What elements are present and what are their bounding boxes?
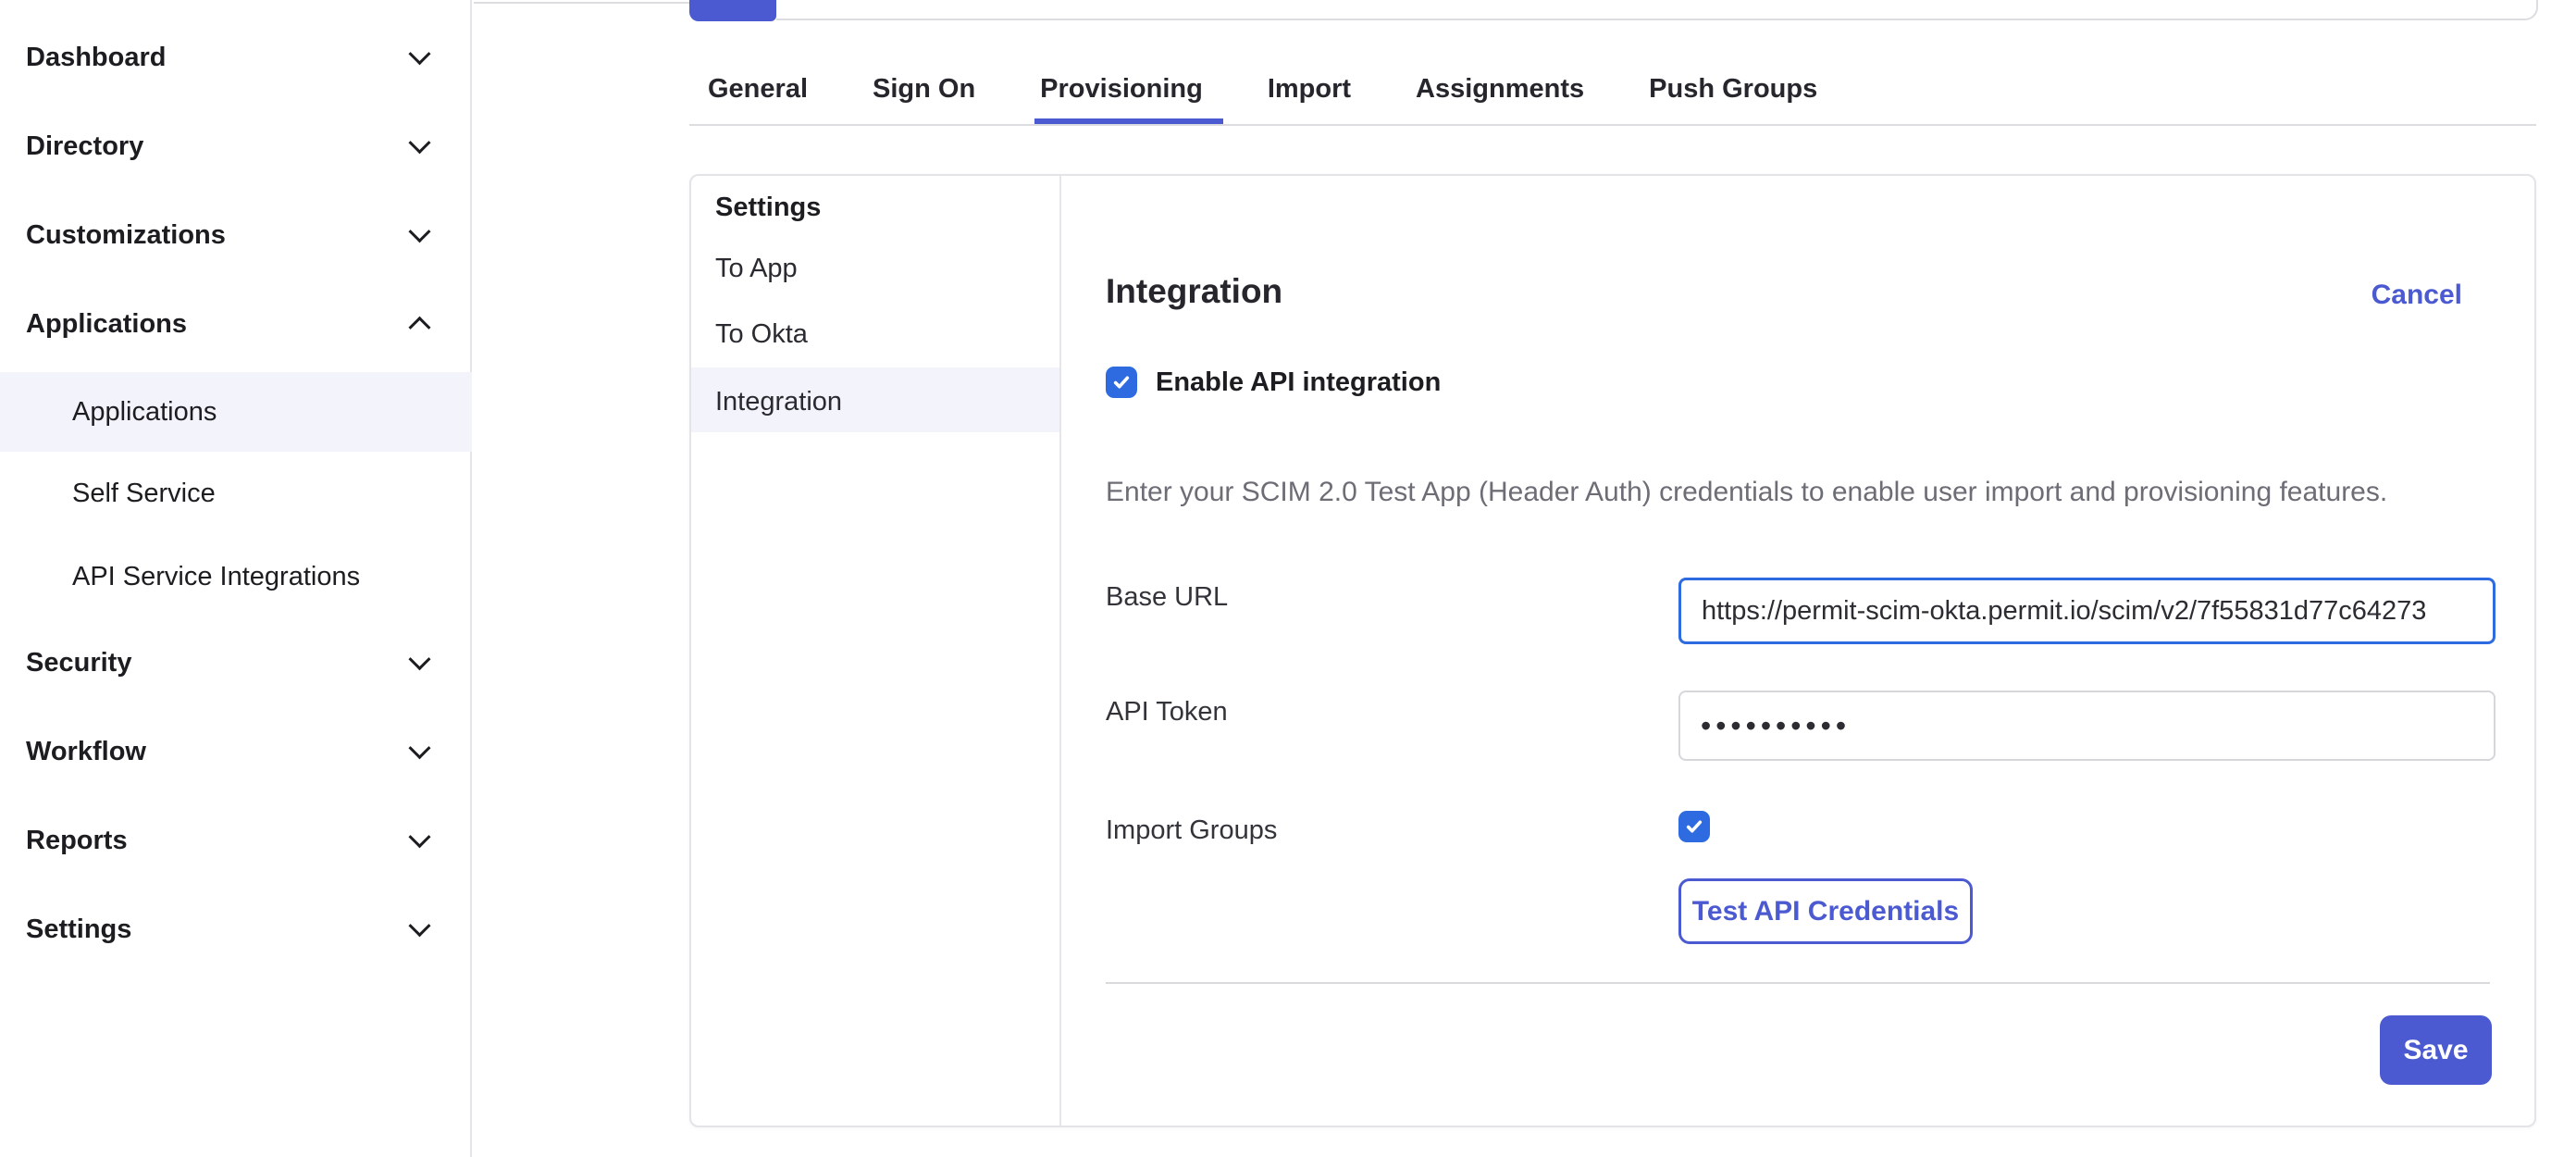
api-token-label: API Token [1106, 696, 1228, 728]
chevron-down-icon [408, 43, 430, 65]
content-divider [1106, 982, 2490, 984]
sidebar-subitem-applications[interactable]: Applications [0, 372, 472, 452]
tab-import[interactable]: Import [1268, 73, 1351, 105]
base-url-input[interactable] [1678, 578, 2496, 644]
panel-nav-header: Settings [715, 187, 821, 228]
credentials-description: Enter your SCIM 2.0 Test App (Header Aut… [1106, 477, 2576, 508]
sidebar-item-label: Directory [26, 131, 143, 162]
check-icon [1684, 816, 1704, 837]
tab-assignments[interactable]: Assignments [1416, 73, 1584, 105]
base-url-label: Base URL [1106, 581, 1228, 613]
panel-nav-item-integration[interactable]: Integration [691, 381, 1059, 422]
tab-general[interactable]: General [708, 73, 808, 105]
provisioning-card: Settings To App To Okta Integration Inte… [689, 174, 2536, 1127]
sidebar-subitem-label: Applications [72, 397, 217, 428]
enable-api-integration-row: Enable API integration [1106, 367, 1441, 398]
sidebar-item-workflow[interactable]: Workflow [0, 722, 472, 781]
top-tabbar-edge [776, 0, 2538, 20]
tabs-underline [689, 124, 2536, 126]
chevron-down-icon [408, 737, 430, 759]
sidebar-item-label: Workflow [26, 737, 146, 767]
tab-push-groups[interactable]: Push Groups [1649, 73, 1817, 105]
chevron-down-icon [408, 826, 430, 848]
sidebar: Dashboard Directory Customizations Appli… [0, 0, 472, 1157]
sidebar-subitem-label: Self Service [72, 479, 216, 509]
chevron-down-icon [408, 648, 430, 670]
chevron-up-icon [408, 317, 430, 339]
sidebar-item-label: Dashboard [26, 43, 166, 73]
sidebar-item-customizations[interactable]: Customizations [0, 205, 472, 265]
sidebar-item-label: Customizations [26, 220, 226, 251]
sidebar-item-label: Security [26, 648, 131, 678]
sidebar-item-reports[interactable]: Reports [0, 811, 472, 870]
sidebar-subitem-label: API Service Integrations [72, 562, 360, 592]
sidebar-item-label: Settings [26, 914, 131, 945]
sidebar-item-label: Applications [26, 309, 187, 340]
save-button[interactable]: Save [2380, 1015, 2492, 1085]
tab-provisioning[interactable]: Provisioning [1040, 73, 1203, 105]
sidebar-item-applications[interactable]: Applications [0, 294, 472, 354]
panel-nav-item-to-app[interactable]: To App [691, 248, 1059, 289]
tab-sign-on[interactable]: Sign On [873, 73, 975, 105]
sidebar-item-dashboard[interactable]: Dashboard [0, 28, 472, 87]
sidebar-item-security[interactable]: Security [0, 633, 472, 692]
test-api-credentials-button[interactable]: Test API Credentials [1678, 878, 1973, 944]
chevron-down-icon [408, 131, 430, 154]
top-divider-segment [474, 2, 689, 4]
sidebar-item-settings[interactable]: Settings [0, 900, 472, 959]
sidebar-subitem-api-service-integrations[interactable]: API Service Integrations [0, 547, 472, 606]
cancel-button[interactable]: Cancel [2372, 280, 2462, 311]
api-token-input[interactable] [1678, 690, 2496, 761]
enable-api-integration-label: Enable API integration [1156, 367, 1441, 398]
panel-nav-item-to-okta[interactable]: To Okta [691, 314, 1059, 355]
enable-api-integration-checkbox[interactable] [1106, 367, 1137, 398]
settings-panel-nav: Settings To App To Okta Integration [691, 176, 1061, 1126]
sidebar-item-label: Reports [26, 826, 128, 856]
page-title: Integration [1106, 272, 1282, 311]
chevron-down-icon [408, 220, 430, 243]
import-groups-checkbox[interactable] [1678, 811, 1710, 842]
active-tab-indicator-partial [689, 0, 776, 21]
check-icon [1111, 372, 1132, 392]
import-groups-label: Import Groups [1106, 815, 1277, 846]
sidebar-item-directory[interactable]: Directory [0, 117, 472, 176]
sidebar-subitem-self-service[interactable]: Self Service [0, 464, 472, 523]
chevron-down-icon [408, 914, 430, 937]
app-tabs: General Sign On Provisioning Import Assi… [708, 73, 1817, 105]
